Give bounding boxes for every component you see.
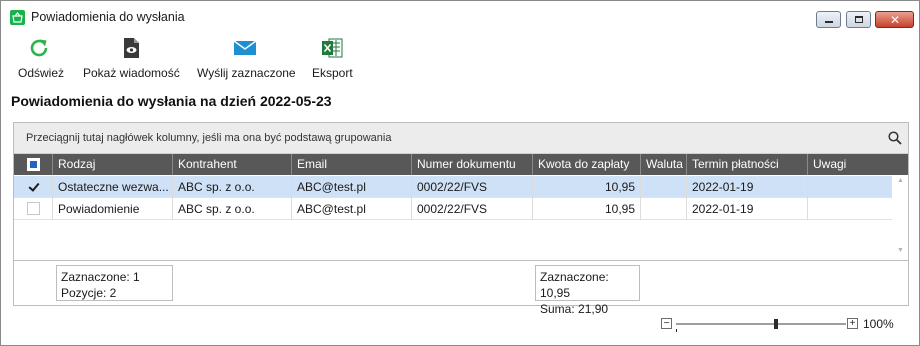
selected-amount: Zaznaczone: 10,95 [540, 270, 609, 300]
cell-kontrahent: ABC sp. z o.o. [173, 176, 292, 198]
app-window: Powiadomienia do wysłania ✕ Odśwież Poka… [0, 0, 920, 346]
row-select-cell[interactable] [14, 198, 53, 220]
zoom-slider-thumb[interactable] [774, 319, 778, 329]
maximize-icon [855, 16, 863, 23]
column-header-kwota[interactable]: Kwota do zapłaty [533, 154, 641, 175]
cell-uwagi [808, 176, 892, 198]
zoom-slider-track[interactable] [676, 319, 846, 329]
grid-header: Rodzaj Kontrahent Email Numer dokumentu … [14, 154, 892, 175]
grid-footer: Zaznaczone: 1 Pozycje: 2 Zaznaczone: 10,… [14, 260, 908, 316]
toolbar: Odśwież Pokaż wiadomość Wyślij zaznaczon… [1, 33, 919, 85]
total-count: Pozycje: 2 [61, 286, 117, 300]
column-header-termin[interactable]: Termin płatności [687, 154, 808, 175]
cell-termin: 2022-01-19 [687, 198, 808, 220]
export-label: Eksport [312, 66, 353, 80]
cell-kwota: 10,95 [533, 198, 641, 220]
refresh-label: Odśwież [18, 66, 65, 80]
app-basket-icon [10, 10, 25, 25]
column-header-email[interactable]: Email [292, 154, 412, 175]
data-grid: Przeciągnij tutaj nagłówek kolumny, jeśl… [13, 122, 909, 316]
selected-count: Zaznaczone: 1 [61, 270, 140, 284]
count-summary: Zaznaczone: 1 Pozycje: 2 [56, 265, 173, 301]
column-header-waluta[interactable]: Waluta [641, 154, 687, 175]
cell-numer-dokumentu: 0002/22/FVS [412, 198, 533, 220]
amount-summary: Zaznaczone: 10,95 Suma: 21,90 [535, 265, 640, 316]
table-row[interactable]: Powiadomienie ABC sp. z o.o. ABC@test.pl… [14, 198, 892, 220]
column-header-kontrahent[interactable]: Kontrahent [173, 154, 292, 175]
scroll-up-icon[interactable]: ▲ [897, 177, 904, 184]
show-message-button[interactable]: Pokaż wiadomość [81, 33, 181, 83]
minimize-icon [825, 21, 833, 23]
row-checkbox[interactable] [27, 202, 40, 215]
cell-uwagi [808, 198, 892, 220]
column-header-rodzaj[interactable]: Rodzaj [53, 154, 173, 175]
vertical-scrollbar[interactable]: ▲ ▼ [892, 175, 908, 259]
cell-kontrahent: ABC sp. z o.o. [173, 198, 292, 220]
refresh-icon [30, 39, 48, 57]
cell-numer-dokumentu: 0002/22/FVS [412, 176, 533, 198]
cell-termin: 2022-01-19 [687, 176, 808, 198]
page-title: Powiadomienia do wysłania na dzień 2022-… [11, 93, 332, 109]
cell-rodzaj: Ostateczne wezwa... [53, 176, 173, 198]
minimize-button[interactable] [816, 11, 841, 28]
close-icon: ✕ [890, 13, 901, 27]
zoom-control: − + 100% [661, 317, 911, 332]
cell-kwota: 10,95 [533, 176, 641, 198]
refresh-button[interactable]: Odśwież [7, 33, 67, 83]
title-bar[interactable]: Powiadomienia do wysłania ✕ [1, 1, 919, 31]
export-button[interactable]: Eksport [307, 33, 357, 83]
select-all-header[interactable] [14, 154, 53, 175]
cell-waluta [641, 176, 687, 198]
cell-waluta [641, 198, 687, 220]
zoom-out-button[interactable]: − [661, 318, 672, 329]
maximize-button[interactable] [846, 11, 871, 28]
cell-rodzaj: Powiadomienie [53, 198, 173, 220]
group-panel[interactable]: Przeciągnij tutaj nagłówek kolumny, jeśl… [14, 123, 908, 154]
column-header-numer-dokumentu[interactable]: Numer dokumentu [412, 154, 533, 175]
header-scroll-filler [892, 154, 908, 175]
show-message-label: Pokaż wiadomość [83, 66, 180, 80]
column-header-uwagi[interactable]: Uwagi [808, 154, 892, 175]
cell-email: ABC@test.pl [292, 176, 412, 198]
send-selected-label: Wyślij zaznaczone [197, 66, 296, 80]
total-amount: Suma: 21,90 [540, 302, 609, 316]
table-row[interactable]: Ostateczne wezwa... ABC sp. z o.o. ABC@t… [14, 176, 892, 198]
zoom-slider-tick [676, 329, 677, 332]
group-panel-hint: Przeciągnij tutaj nagłówek kolumny, jeśl… [26, 132, 392, 144]
cell-email: ABC@test.pl [292, 198, 412, 220]
excel-icon [322, 38, 343, 58]
send-selected-button[interactable]: Wyślij zaznaczone [195, 33, 296, 83]
envelope-icon [233, 40, 257, 55]
scroll-down-icon[interactable]: ▼ [897, 247, 904, 254]
close-button[interactable]: ✕ [875, 11, 914, 28]
window-title: Powiadomienia do wysłania [31, 10, 185, 24]
zoom-in-button[interactable]: + [847, 318, 858, 329]
document-eye-icon [124, 38, 139, 58]
zoom-level: 100% [863, 317, 894, 331]
select-all-checkbox[interactable] [27, 158, 40, 171]
row-checkbox[interactable] [27, 180, 40, 193]
row-select-cell[interactable] [14, 176, 53, 198]
search-icon[interactable] [888, 131, 902, 145]
